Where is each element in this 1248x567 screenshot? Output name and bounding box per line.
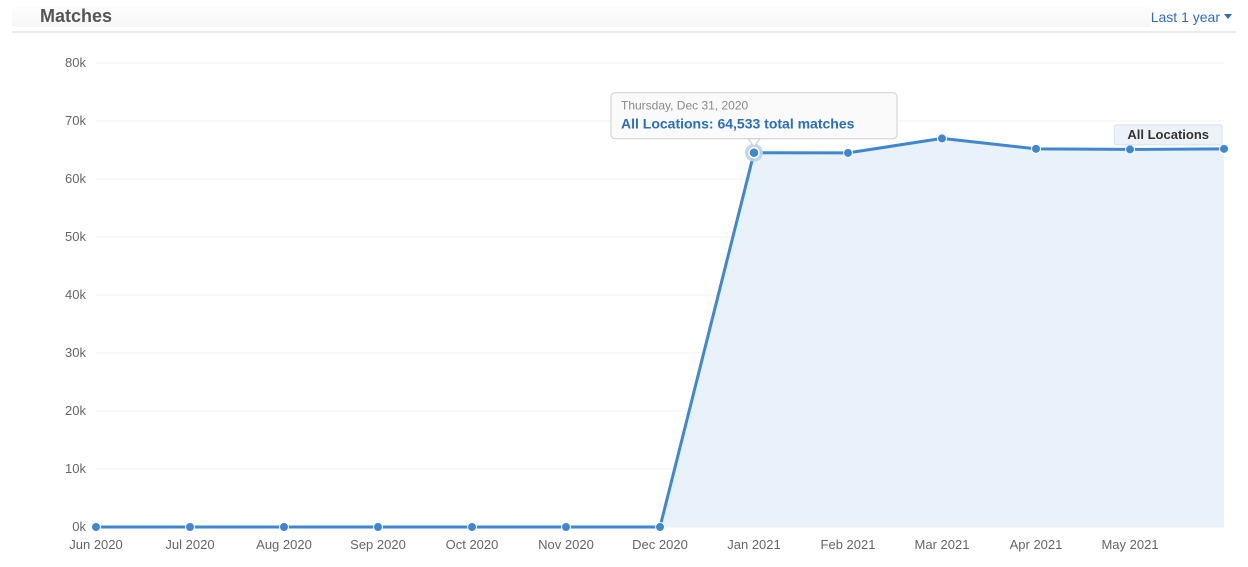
svg-text:50k: 50k [65,229,86,244]
svg-text:Oct 2020: Oct 2020 [446,537,499,552]
svg-text:20k: 20k [65,403,86,418]
svg-text:Feb 2021: Feb 2021 [821,537,876,552]
svg-text:Jul 2020: Jul 2020 [165,537,214,552]
svg-text:Jun 2020: Jun 2020 [69,537,123,552]
chart-svg: 0k 10k 20k 30k 40k 50k 60k 70k 80k Jun 2020 Jul 20… [12,41,1236,561]
svg-text:0k: 0k [72,519,86,534]
time-range-select[interactable]: Last 1 year [1151,9,1236,25]
svg-text:40k: 40k [65,287,86,302]
panel-title: Matches [12,6,1151,27]
svg-text:60k: 60k [65,171,86,186]
svg-text:All Locations: 64,533 total ma: All Locations: 64,533 total matches [621,116,855,132]
svg-text:Mar 2021: Mar 2021 [915,537,970,552]
header-divider [12,31,1236,33]
svg-text:70k: 70k [65,113,86,128]
svg-text:Aug 2020: Aug 2020 [256,537,312,552]
caret-down-icon [1224,14,1232,19]
svg-text:Dec 2020: Dec 2020 [632,537,688,552]
svg-text:10k: 10k [65,461,86,476]
time-range-label: Last 1 year [1151,9,1220,25]
matches-chart[interactable]: 0k 10k 20k 30k 40k 50k 60k 70k 80k Jun 2020 Jul 20… [12,41,1236,561]
svg-text:All Locations: All Locations [1127,127,1209,142]
svg-text:May 2021: May 2021 [1101,537,1158,552]
svg-text:30k: 30k [65,345,86,360]
svg-text:Sep 2020: Sep 2020 [350,537,406,552]
svg-text:Apr 2021: Apr 2021 [1010,537,1063,552]
svg-text:Nov 2020: Nov 2020 [538,537,594,552]
svg-text:Thursday, Dec 31, 2020: Thursday, Dec 31, 2020 [621,99,749,113]
svg-text:Jan 2021: Jan 2021 [727,537,781,552]
svg-text:80k: 80k [65,55,86,70]
